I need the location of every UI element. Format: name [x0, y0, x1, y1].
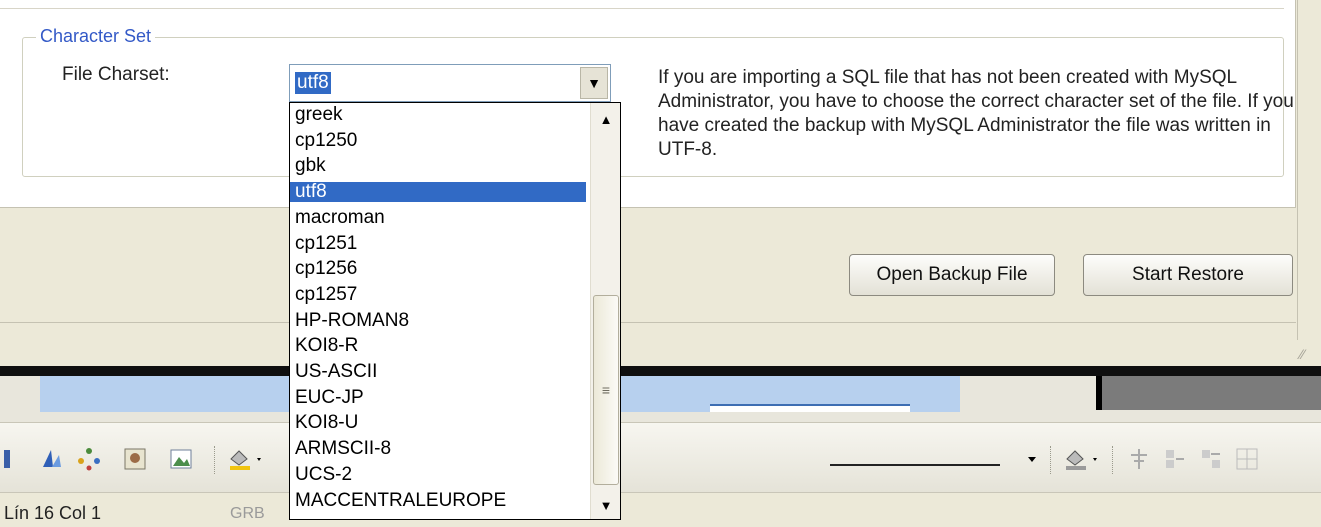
divider: [0, 322, 1296, 323]
charset-help-text: If you are importing a SQL file that has…: [658, 67, 1294, 160]
group-title: Character Set: [36, 26, 156, 47]
status-mode: GRB: [230, 505, 265, 522]
charset-option[interactable]: gbk: [290, 156, 586, 176]
charset-option[interactable]: cp1250: [290, 130, 586, 151]
cursor-position: Lín 16 Col 1: [4, 503, 102, 523]
charset-option[interactable]: macroman: [290, 207, 586, 228]
charset-option[interactable]: KOI8-R: [290, 336, 586, 356]
divider: [0, 8, 1284, 9]
scroll-thumb[interactable]: ≡: [593, 295, 619, 485]
chevron-down-icon[interactable]: ▼: [580, 67, 608, 99]
resize-grip-icon[interactable]: ⁄⁄: [1300, 346, 1305, 362]
scroll-down-icon[interactable]: ▼: [592, 491, 620, 519]
charset-option[interactable]: cp1256: [290, 259, 586, 279]
charset-option[interactable]: UCS-2: [290, 464, 586, 485]
window-border: [0, 366, 1321, 376]
insert-before-icon[interactable]: [1198, 446, 1224, 472]
dropdown-scrollbar[interactable]: ▲ ≡ ▼: [590, 103, 620, 519]
file-charset-label: File Charset:: [62, 64, 170, 85]
window-frame: [1297, 0, 1321, 340]
background-panel: [1102, 376, 1321, 410]
combo-selected-value: utf8: [295, 72, 331, 94]
drawing-toolbar: [0, 422, 1321, 492]
line-color-icon[interactable]: [1062, 446, 1106, 472]
insert-after-icon[interactable]: [1162, 446, 1188, 472]
charset-option[interactable]: utf8: [290, 182, 586, 203]
line-style-preview[interactable]: [830, 464, 1000, 466]
charset-option[interactable]: cp1257: [290, 284, 586, 305]
file-charset-combobox[interactable]: utf8 ▼: [289, 64, 611, 102]
fill-color-icon[interactable]: [226, 446, 266, 472]
restore-dialog: Character Set File Charset: utf8 ▼ If yo…: [0, 0, 1321, 366]
open-backup-file-button[interactable]: Open Backup File: [849, 254, 1055, 296]
charset-option[interactable]: MACCENTRALEUROPE: [290, 490, 586, 511]
charset-option[interactable]: US-ASCII: [290, 362, 586, 382]
charset-option[interactable]: ARMSCII-8: [290, 439, 586, 459]
wordart-icon[interactable]: [38, 446, 64, 472]
charset-option[interactable]: cp1251: [290, 233, 586, 254]
charset-dropdown-list[interactable]: greek cp1250 gbk utf8 macroman cp1251 cp1256 cp…: [289, 102, 621, 520]
scroll-up-icon[interactable]: ▲: [592, 105, 620, 133]
toolbar-separator: [1050, 446, 1052, 474]
status-bar: Lín 16 Col 1 GRB: [0, 492, 1321, 527]
align-icon[interactable]: [1126, 446, 1152, 472]
toolbar-separator: [1112, 446, 1114, 474]
start-restore-button[interactable]: Start Restore: [1083, 254, 1293, 296]
charset-option[interactable]: greek: [290, 105, 586, 125]
insert-picture-icon[interactable]: [168, 446, 194, 472]
chevron-down-icon[interactable]: [1022, 446, 1042, 472]
charset-option[interactable]: EUC-JP: [290, 387, 586, 408]
toolbar-edge-icon[interactable]: [0, 446, 14, 472]
clip-art-icon[interactable]: [122, 446, 148, 472]
layout-icon[interactable]: [1234, 446, 1260, 472]
toolbar-separator: [214, 446, 216, 474]
background-field: [710, 404, 910, 412]
options-panel: Character Set File Charset: utf8 ▼ If yo…: [0, 0, 1296, 208]
charset-option[interactable]: HP-ROMAN8: [290, 310, 586, 331]
charset-option[interactable]: KOI8-U: [290, 413, 586, 433]
thumb-grip-icon: ≡: [601, 382, 611, 398]
diagram-icon[interactable]: [76, 446, 102, 472]
